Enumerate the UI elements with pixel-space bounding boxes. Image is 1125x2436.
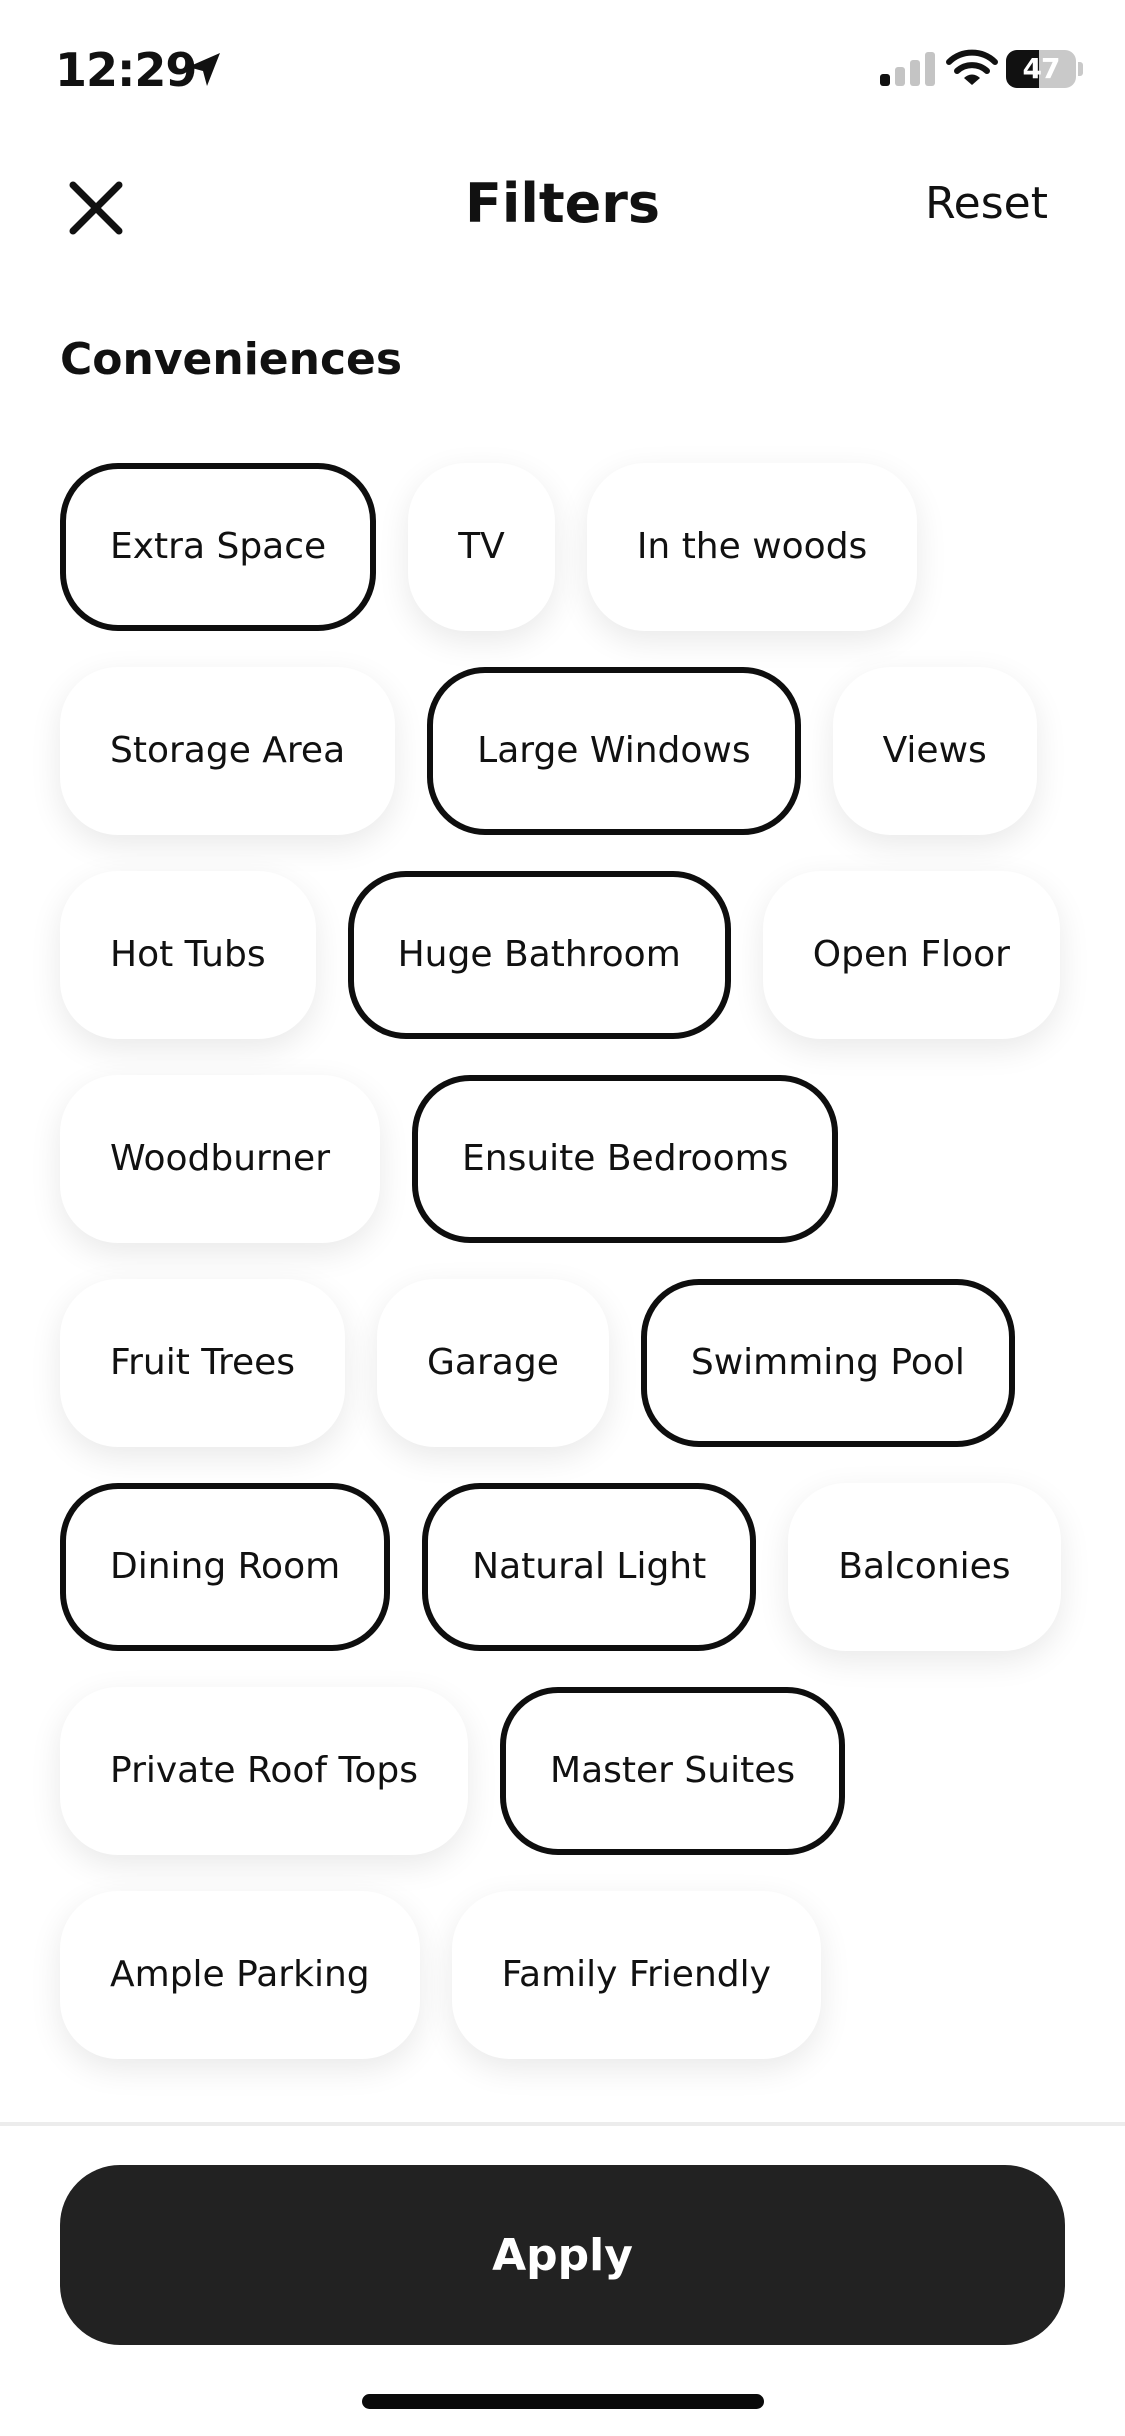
home-indicator (362, 2394, 764, 2409)
section-title: Conveniences (60, 334, 403, 385)
filter-chip[interactable]: Natural Light (422, 1483, 757, 1651)
filter-chip[interactable]: Huge Bathroom (347, 871, 731, 1039)
filter-chip[interactable]: Extra Space (60, 463, 377, 631)
filter-chip[interactable]: Fruit Trees (60, 1279, 346, 1447)
filter-chip[interactable]: Dining Room (60, 1483, 391, 1651)
filter-chip[interactable]: Garage (377, 1279, 609, 1447)
close-button[interactable] (58, 170, 134, 246)
battery-body: 47 (1006, 50, 1076, 88)
close-icon (69, 181, 123, 235)
wifi-icon (946, 49, 998, 85)
filter-chip[interactable]: Private Roof Tops (60, 1687, 469, 1855)
filter-chip[interactable]: Hot Tubs (60, 871, 316, 1039)
filter-chip[interactable]: Balconies (788, 1483, 1061, 1651)
filter-chip[interactable]: Ample Parking (60, 1891, 420, 2059)
filter-chip[interactable]: Master Suites (500, 1687, 846, 1855)
bottom-divider (0, 2122, 1125, 2126)
reset-button[interactable]: Reset (925, 176, 1048, 232)
filter-chip[interactable]: Open Floor (762, 871, 1060, 1039)
filter-chip[interactable]: In the woods (586, 463, 918, 631)
filter-chip[interactable]: Storage Area (60, 667, 396, 835)
filter-chip[interactable]: Views (832, 667, 1037, 835)
battery-level: 47 (1022, 52, 1061, 85)
status-time: 12:29 (55, 43, 197, 97)
filter-chip[interactable]: Ensuite Bedrooms (412, 1075, 839, 1243)
battery-cap (1078, 62, 1083, 76)
filter-chip[interactable]: Swimming Pool (640, 1279, 1015, 1447)
apply-button[interactable]: Apply (60, 2165, 1065, 2345)
filter-chip[interactable]: Woodburner (60, 1075, 380, 1243)
location-arrow-icon (188, 53, 220, 86)
battery-icon: 47 (1006, 50, 1084, 88)
nav-header: Filters Reset (0, 150, 1125, 260)
status-bar: 12:29 47 (0, 0, 1125, 140)
filter-chip[interactable]: TV (408, 463, 555, 631)
filter-chip[interactable]: Large Windows (427, 667, 801, 835)
filter-chip[interactable]: Family Friendly (451, 1891, 821, 2059)
signal-icon (880, 52, 935, 86)
filter-options: Extra Space TV In the woods Storage Area Lar… (60, 463, 1065, 2059)
